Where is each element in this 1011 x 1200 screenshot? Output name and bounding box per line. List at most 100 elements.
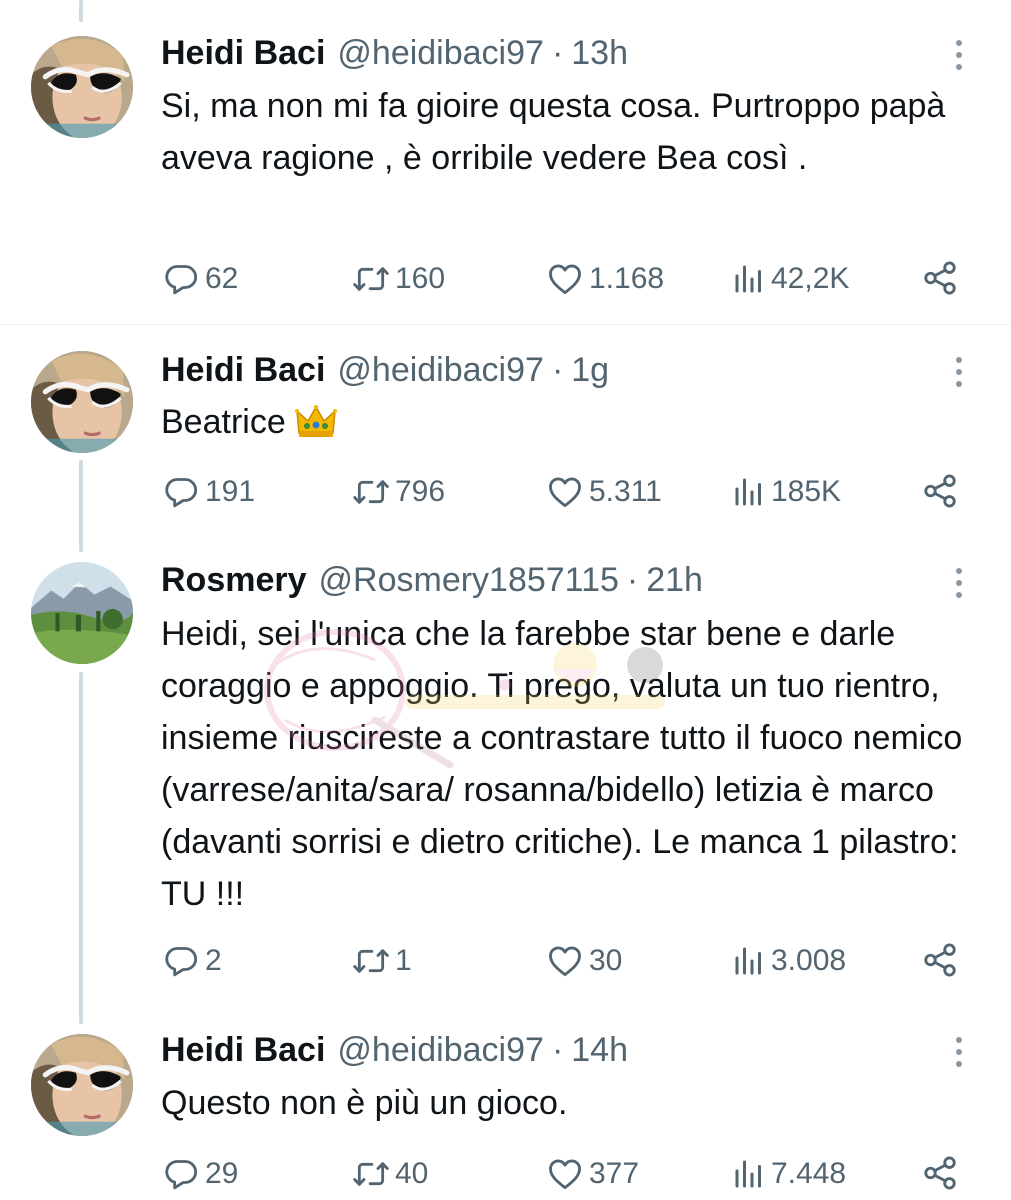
reply-count: 2 — [205, 944, 222, 977]
like-icon — [545, 259, 585, 299]
tweet-2[interactable]: Heidi Baci @heidibaci97 · 1g Beatrice 19… — [0, 326, 1011, 552]
retweet-button[interactable]: 160 — [351, 257, 445, 301]
user-handle[interactable]: @heidibaci97 — [337, 1028, 544, 1072]
like-button[interactable]: 377 — [545, 1152, 639, 1196]
share-icon — [921, 941, 959, 979]
reply-icon — [161, 259, 201, 299]
tweet-text: Beatrice — [161, 396, 991, 448]
avatar-image — [31, 1034, 133, 1136]
timestamp[interactable]: 13h — [571, 31, 628, 75]
reply-button[interactable]: 29 — [161, 1152, 238, 1196]
separator: · — [551, 351, 564, 389]
avatar-image — [31, 36, 133, 138]
share-button[interactable] — [921, 1154, 959, 1197]
tweet-3[interactable]: Rosmery @Rosmery1857115 · 21h Heidi, sei… — [0, 546, 1011, 1024]
display-name[interactable]: Rosmery — [161, 558, 307, 602]
thread-line — [79, 0, 83, 22]
display-name[interactable]: Heidi Baci — [161, 1028, 325, 1072]
tweet-text-content: Beatrice — [161, 403, 286, 441]
action-bar: 2 1 30 3.008 — [161, 939, 971, 983]
tweet-4[interactable]: Heidi Baci @heidibaci97 · 14h Questo non… — [0, 1014, 1011, 1200]
tweet-text: Questo non è più un gioco. — [161, 1084, 568, 1122]
timestamp[interactable]: 14h — [571, 1028, 628, 1072]
reply-count: 29 — [205, 1157, 239, 1190]
reply-icon — [161, 1154, 201, 1194]
user-handle[interactable]: @heidibaci97 — [337, 31, 544, 75]
avatar[interactable] — [31, 36, 133, 138]
like-count: 377 — [589, 1157, 640, 1190]
timestamp[interactable]: 1g — [571, 348, 609, 392]
retweet-button[interactable]: 1 — [351, 939, 412, 983]
views-count: 3.008 — [771, 944, 847, 977]
like-button[interactable]: 30 — [545, 939, 622, 983]
like-icon — [545, 1154, 585, 1194]
retweet-count: 1 — [395, 944, 412, 977]
like-count: 30 — [589, 944, 623, 977]
avatar[interactable] — [31, 351, 133, 453]
tweet-header: Heidi Baci @heidibaci97 · 1g — [161, 348, 609, 392]
user-handle[interactable]: @heidibaci97 — [337, 348, 544, 392]
avatar[interactable] — [31, 1034, 133, 1136]
views-button[interactable]: 7.448 — [731, 1152, 846, 1196]
user-handle[interactable]: @Rosmery1857115 — [319, 558, 619, 602]
action-bar: 191 796 5.311 185K — [161, 470, 971, 514]
crown-emoji — [295, 405, 338, 437]
share-button[interactable] — [921, 472, 959, 515]
separator: · — [551, 34, 564, 72]
timeline: Heidi Baci @heidibaci97 · 13h Si, ma non… — [0, 0, 1011, 1200]
retweet-button[interactable]: 40 — [351, 1152, 428, 1196]
share-button[interactable] — [921, 941, 959, 984]
action-bar: 29 40 377 7.448 — [161, 1152, 971, 1196]
separator: · — [626, 561, 639, 599]
tweet-divider — [0, 324, 1011, 325]
retweet-count: 40 — [395, 1157, 429, 1190]
thread-line — [79, 460, 83, 552]
share-button[interactable] — [921, 259, 959, 302]
avatar[interactable] — [31, 562, 133, 664]
reply-button[interactable]: 191 — [161, 470, 255, 514]
views-count: 185K — [771, 475, 842, 508]
tweet-1[interactable]: Heidi Baci @heidibaci97 · 13h Si, ma non… — [0, 0, 1011, 325]
more-icon[interactable] — [946, 565, 972, 601]
views-icon — [731, 1156, 767, 1192]
views-button[interactable]: 42,2K — [731, 257, 849, 301]
timestamp[interactable]: 21h — [646, 558, 703, 602]
retweet-icon — [351, 941, 391, 981]
avatar-image — [31, 351, 133, 453]
retweet-icon — [351, 472, 391, 512]
like-count: 1.168 — [589, 262, 665, 295]
reply-count: 191 — [205, 475, 256, 508]
views-icon — [731, 261, 767, 297]
views-icon — [731, 474, 767, 510]
like-icon — [545, 941, 585, 981]
more-icon[interactable] — [946, 354, 972, 390]
reply-icon — [161, 941, 201, 981]
views-button[interactable]: 185K — [731, 470, 841, 514]
reply-icon — [161, 472, 201, 512]
like-icon — [545, 472, 585, 512]
retweet-icon — [351, 259, 391, 299]
share-icon — [921, 1154, 959, 1192]
retweet-count: 160 — [395, 262, 446, 295]
more-icon[interactable] — [946, 37, 972, 73]
action-bar: 62 160 1.168 42,2K — [161, 257, 971, 301]
reply-button[interactable]: 62 — [161, 257, 238, 301]
thread-line — [79, 672, 83, 1024]
display-name[interactable]: Heidi Baci — [161, 348, 325, 392]
retweet-button[interactable]: 796 — [351, 470, 445, 514]
like-button[interactable]: 1.168 — [545, 257, 664, 301]
like-button[interactable]: 5.311 — [545, 470, 662, 514]
display-name[interactable]: Heidi Baci — [161, 31, 325, 75]
tweet-text: Si, ma non mi fa gioire questa cosa. Pur… — [161, 87, 946, 177]
tweet-text: Heidi, sei l'unica che la farebbe star b… — [161, 615, 963, 913]
retweet-icon — [351, 1154, 391, 1194]
views-button[interactable]: 3.008 — [731, 939, 846, 983]
separator: · — [551, 1031, 564, 1069]
avatar-image — [31, 562, 133, 664]
reply-button[interactable]: 2 — [161, 939, 222, 983]
more-icon[interactable] — [946, 1034, 972, 1070]
tweet-header: Heidi Baci @heidibaci97 · 13h — [161, 31, 628, 75]
views-count: 7.448 — [771, 1157, 847, 1190]
tweet-header: Heidi Baci @heidibaci97 · 14h — [161, 1028, 628, 1072]
share-icon — [921, 472, 959, 510]
